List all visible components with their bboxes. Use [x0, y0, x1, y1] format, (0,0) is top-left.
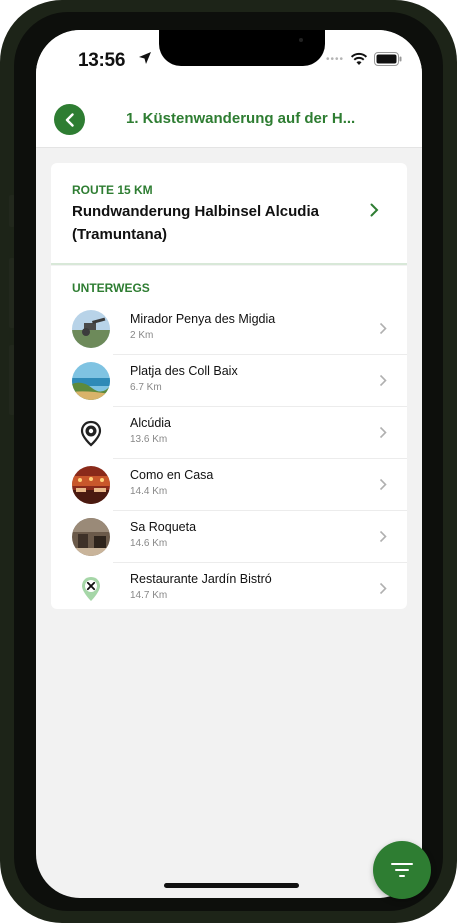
stop-item-restaurante-jardin-bistro[interactable]: Restaurante Jardín Bistró 14.7 Km	[51, 563, 407, 615]
app-header: 1. Küstenwanderung auf der H...	[36, 90, 422, 148]
phone-frame: 13:56 •••• 1. Küstenwanderung auf der H.…	[0, 0, 457, 923]
stop-distance: 2 Km	[130, 330, 154, 341]
chevron-right-icon	[379, 478, 387, 491]
status-indicators: ••••	[326, 52, 402, 66]
stop-name: Platja des Coll Baix	[130, 364, 238, 378]
stop-name: Como en Casa	[130, 468, 214, 482]
location-pin-icon	[72, 414, 110, 452]
filter-button[interactable]	[373, 841, 431, 899]
page-title: 1. Küstenwanderung auf der H...	[126, 110, 356, 127]
stop-name: Alcúdia	[130, 416, 171, 430]
stop-name: Mirador Penya des Migdia	[130, 312, 276, 326]
home-indicator[interactable]	[164, 883, 299, 888]
stop-item-mirador-penya-des-migdia[interactable]: Mirador Penya des Migdia 2 Km	[51, 303, 407, 355]
stops-card: UNTERWEGS Mirador Penya des Migdia 2 Km	[51, 266, 407, 609]
chevron-right-icon	[379, 530, 387, 543]
chevron-right-icon	[379, 426, 387, 439]
route-label: ROUTE 15 KM	[72, 183, 153, 197]
stop-distance: 6.7 Km	[130, 382, 162, 393]
stop-distance: 14.6 Km	[130, 538, 168, 549]
stop-name: Sa Roqueta	[130, 520, 197, 534]
stop-distance: 14.7 Km	[130, 590, 168, 601]
location-arrow-icon	[139, 52, 151, 64]
stop-item-sa-roqueta[interactable]: Sa Roqueta 14.6 Km	[51, 511, 407, 563]
restaurant-pin-icon	[72, 570, 110, 608]
chevron-right-icon	[379, 322, 387, 335]
app-screen: 13:56 •••• 1. Küstenwanderung auf der H.…	[36, 30, 422, 898]
signal-dots-icon: ••••	[325, 53, 344, 65]
stop-thumbnail-photo	[72, 466, 110, 504]
stop-item-platja-des-coll-baix[interactable]: Platja des Coll Baix 6.7 Km	[51, 355, 407, 407]
stop-thumbnail-photo	[72, 362, 110, 400]
stop-name: Restaurante Jardín Bistró	[130, 572, 272, 586]
back-button[interactable]	[54, 104, 85, 135]
stop-thumbnail-photo	[72, 518, 110, 556]
chevron-right-icon	[370, 203, 379, 217]
stop-distance: 13.6 Km	[130, 434, 168, 445]
stop-item-alcudia[interactable]: Alcúdia 13.6 Km	[51, 407, 407, 459]
wifi-icon	[350, 52, 368, 65]
notch	[159, 30, 325, 66]
stop-item-como-en-casa[interactable]: Como en Casa 14.4 Km	[51, 459, 407, 511]
status-time: 13:56	[78, 50, 126, 71]
route-card[interactable]: ROUTE 15 KM Rundwanderung Halbinsel Alcu…	[51, 163, 407, 265]
filter-icon	[391, 863, 413, 877]
route-name: Rundwanderung Halbinsel Alcudia (Tramunt…	[72, 203, 319, 243]
stops-label: UNTERWEGS	[72, 281, 150, 295]
chevron-right-icon	[379, 374, 387, 387]
chevron-left-icon	[65, 112, 74, 127]
stop-thumbnail-photo	[72, 310, 110, 348]
chevron-right-icon	[379, 582, 387, 595]
battery-icon	[374, 52, 402, 66]
stop-distance: 14.4 Km	[130, 486, 168, 497]
